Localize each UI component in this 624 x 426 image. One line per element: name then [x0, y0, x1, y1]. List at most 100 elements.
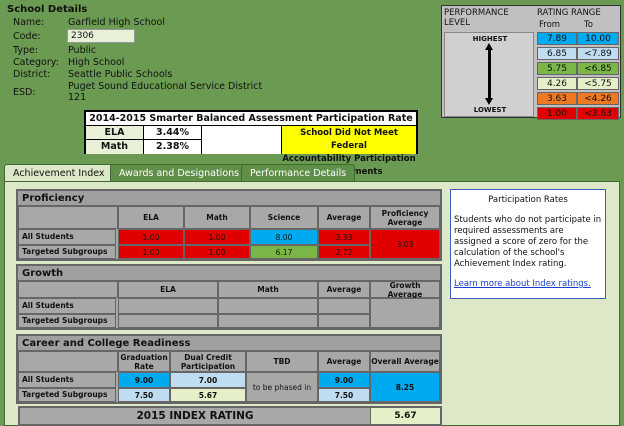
performance-level-label: PERFORMANCE LEVEL [444, 8, 509, 28]
growth-row-targeted-label: Targeted Subgroups [18, 314, 116, 328]
proficiency-all-ela: 1.00 [118, 229, 184, 245]
ccr-col-graduation-line-2: Rate [134, 361, 154, 371]
tab-awards-and-designations[interactable]: Awards and Designations [110, 164, 249, 182]
ccr-col-dual-credit: Dual Credit Participation [170, 351, 246, 372]
ela-label: ELA [86, 126, 144, 140]
growth-all-math [218, 298, 318, 314]
range-from-5: 1.00 [537, 107, 577, 120]
index-rating-row: 2015 INDEX RATING 5.67 [18, 406, 442, 426]
proficiency-targeted-ela: 1.00 [118, 245, 184, 259]
learn-more-link[interactable]: Learn more about Index ratings. [454, 279, 602, 290]
proficiency-col-math: Math [184, 206, 250, 229]
proficiency-col-prof-average: Proficiency Average [370, 206, 440, 229]
ccr-heading: Career and College Readiness [18, 336, 440, 351]
ccr-tbd-note: to be phased in [246, 372, 318, 402]
school-details-title: School Details [7, 4, 88, 15]
growth-all-average [318, 298, 370, 314]
growth-row-all-label: All Students [18, 298, 116, 314]
from-header: From [539, 20, 561, 30]
proficiency-targeted-average: 2.72 [318, 245, 370, 259]
type-label: Type: [13, 45, 39, 56]
growth-targeted-math [218, 314, 318, 328]
ela-rate: 3.44% [144, 126, 202, 140]
participation-rates-title: Participation Rates [488, 195, 568, 205]
esd-number: 121 [68, 92, 87, 103]
proficiency-section: Proficiency ELA Math Science Average Pro… [16, 189, 442, 261]
proficiency-targeted-science: 6.17 [250, 245, 318, 259]
ccr-col-graduation-line-1: Graduation [120, 352, 168, 362]
ccr-col-graduation: Graduation Rate [118, 351, 170, 372]
arrow-shaft-icon [488, 48, 491, 100]
math-rate: 2.38% [144, 140, 202, 154]
code-label: Code: [13, 31, 41, 42]
code-field[interactable]: 2306 [67, 29, 135, 43]
growth-targeted-average [318, 314, 370, 328]
proficiency-col-average: Average [318, 206, 370, 229]
category-value: High School [68, 57, 125, 68]
tab-achievement-index[interactable]: Achievement Index [4, 164, 114, 182]
ccr-col-dual-credit-line-1: Dual Credit [184, 352, 232, 362]
participation-rates-body: Students who do not participate in requi… [454, 215, 602, 269]
range-from-1: 6.85 [537, 47, 577, 60]
growth-section: Growth ELA Math Average Growth Average A… [16, 264, 442, 330]
range-to-4: <4.26 [577, 92, 619, 105]
growth-col-ela: ELA [118, 281, 218, 298]
growth-corner [18, 281, 118, 298]
ccr-row-targeted-label: Targeted Subgroups [18, 388, 116, 402]
growth-col-average: Average [318, 281, 370, 298]
tab-performance-details[interactable]: Performance Details [241, 164, 356, 182]
ccr-all-dual-credit: 7.00 [170, 372, 246, 388]
range-to-5: <3.63 [577, 107, 619, 120]
district-label: District: [13, 69, 51, 80]
growth-all-ela [118, 298, 218, 314]
ccr-col-tbd: TBD [246, 351, 318, 372]
ccr-row-all-label: All Students [18, 372, 116, 388]
range-to-2: <6.85 [577, 62, 619, 75]
growth-col-math: Math [218, 281, 318, 298]
arrow-down-icon [485, 98, 493, 105]
rating-range-label: RATING RANGE [537, 8, 601, 18]
performance-label-line-2: LEVEL [444, 18, 471, 28]
warning-line-1: School Did Not Meet Federal [300, 128, 398, 151]
ccr-section: Career and College Readiness Graduation … [16, 334, 442, 404]
performance-label-line-1: PERFORMANCE [444, 8, 509, 18]
growth-targeted-ela [118, 314, 218, 328]
range-to-3: <5.75 [577, 77, 619, 90]
participation-rates-note: Participation Rates Students who do not … [450, 189, 606, 299]
participation-title: 2014-2015 Smarter Balanced Assessment Pa… [86, 112, 416, 126]
range-from-2: 5.75 [537, 62, 577, 75]
proficiency-heading: Proficiency [18, 191, 440, 206]
proficiency-row-all-label: All Students [18, 229, 116, 245]
range-from-3: 4.26 [537, 77, 577, 90]
ccr-corner [18, 351, 118, 372]
name-label: Name: [13, 17, 45, 28]
growth-overall-average [370, 298, 440, 328]
ccr-targeted-dual-credit: 5.67 [170, 388, 246, 402]
lowest-label: LOWEST [473, 106, 507, 114]
growth-col-growth-average: Growth Average [370, 281, 440, 299]
level-arrow-box: HIGHEST LOWEST [444, 32, 534, 117]
range-from-4: 3.63 [537, 92, 577, 105]
index-rating-value: 5.67 [370, 408, 440, 424]
growth-heading: Growth [18, 266, 440, 281]
category-label: Category: [13, 57, 59, 68]
participation-warning: School Did Not Meet Federal Accountabili… [282, 126, 416, 177]
index-rating-label: 2015 INDEX RATING [136, 410, 254, 422]
ccr-col-dual-credit-line-2: Participation [180, 361, 236, 371]
ccr-all-graduation: 9.00 [118, 372, 170, 388]
district-value: Seattle Public Schools [68, 69, 173, 80]
range-from-0: 7.89 [537, 32, 577, 45]
proficiency-row-targeted-label: Targeted Subgroups [18, 245, 116, 259]
to-header: To [584, 20, 593, 30]
ccr-targeted-average: 7.50 [318, 388, 370, 402]
esd-label: ESD: [13, 87, 36, 98]
proficiency-all-math: 1.00 [184, 229, 250, 245]
type-value: Public [68, 45, 97, 56]
ccr-overall-average: 8.25 [370, 372, 440, 402]
proficiency-col-ela: ELA [118, 206, 184, 229]
ccr-col-overall-average: Overall Average [370, 351, 440, 372]
proficiency-overall-average: 3.03 [370, 229, 440, 259]
performance-legend: PERFORMANCE LEVEL RATING RANGE From To H… [441, 5, 621, 120]
range-to-0: 10.00 [577, 32, 619, 45]
ccr-targeted-graduation: 7.50 [118, 388, 170, 402]
